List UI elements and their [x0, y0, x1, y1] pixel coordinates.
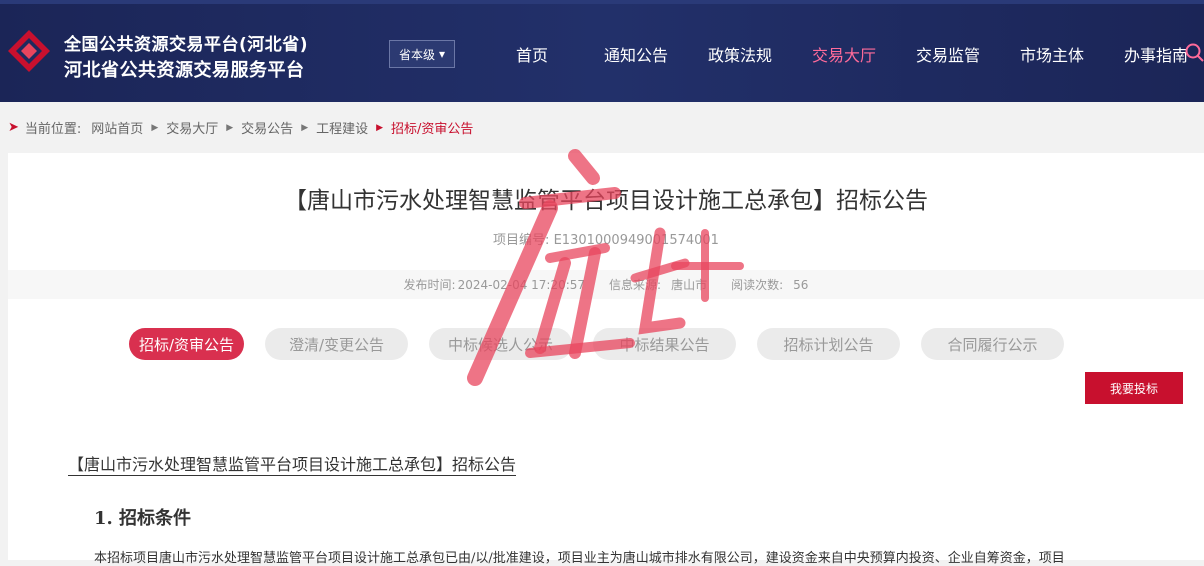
breadcrumb-current[interactable]: 招标/资审公告	[391, 118, 473, 137]
nav-notices[interactable]: 通知公告	[584, 42, 688, 66]
site-header: 全国公共资源交易平台(河北省) 河北省公共资源交易服务平台 省本级 ▾ 首页 通…	[0, 0, 1204, 102]
project-number-value: E1301000949001574001	[553, 233, 719, 248]
search-icon[interactable]	[1184, 42, 1204, 64]
bid-button[interactable]: 我要投标	[1085, 372, 1183, 404]
article-meta: 发布时间: 2024-02-04 17:20:57 信息来源: 唐山市 阅读次数: 5…	[8, 270, 1204, 299]
tab-contract-performance[interactable]: 合同履行公示	[921, 328, 1064, 360]
header-topline	[0, 0, 1204, 4]
breadcrumb-separator-icon: ▶	[226, 122, 234, 133]
document-title: 【唐山市污水处理智慧监管平台项目设计施工总承包】招标公告	[68, 455, 517, 476]
view-count-value: 56	[793, 278, 809, 292]
info-source-value: 唐山市	[671, 278, 708, 292]
announcement-tabs: 招标/资审公告 澄清/变更公告 中标候选人公示 中标结果公告 招标计划公告 合同…	[129, 328, 1064, 360]
tab-candidate-publicity[interactable]: 中标候选人公示	[429, 328, 572, 360]
platform-logo[interactable]	[6, 28, 52, 74]
breadcrumb-separator-icon: ▶	[151, 122, 159, 133]
project-number: 项目编号: E1301000949001574001	[8, 229, 1204, 248]
brand-title-provincial: 河北省公共资源交易服务平台	[64, 60, 305, 81]
nav-home[interactable]: 首页	[480, 42, 584, 66]
nav-supervision[interactable]: 交易监管	[896, 42, 1000, 66]
location-arrow-icon: ➤	[8, 120, 19, 135]
publish-time-value: 2024-02-04 17:20:57	[457, 278, 586, 292]
breadcrumb-engineering[interactable]: 工程建设	[316, 118, 368, 137]
project-number-label: 项目编号:	[493, 233, 550, 248]
tab-tender-notice[interactable]: 招标/资审公告	[129, 328, 244, 360]
article-card: 【唐山市污水处理智慧监管平台项目设计施工总承包】招标公告 项目编号: E1301…	[8, 153, 1204, 566]
nav-policies[interactable]: 政策法规	[688, 42, 792, 66]
nav-trading-hall[interactable]: 交易大厅	[792, 42, 896, 66]
breadcrumb-trading-hall[interactable]: 交易大厅	[166, 118, 218, 137]
publish-time-label: 发布时间:	[403, 278, 456, 292]
view-count-label: 阅读次数:	[731, 278, 784, 292]
breadcrumb-home[interactable]: 网站首页	[91, 118, 143, 137]
view-count: 阅读次数: 56	[731, 276, 808, 293]
article-title: 【唐山市污水处理智慧监管平台项目设计施工总承包】招标公告	[284, 188, 928, 214]
level-select[interactable]: 省本级 ▾	[389, 40, 455, 68]
level-select-value: 省本级	[398, 47, 435, 62]
info-source-label: 信息来源:	[609, 278, 662, 292]
caret-down-icon: ▾	[438, 47, 446, 61]
nav-market-entities[interactable]: 市场主体	[1000, 42, 1104, 66]
brand-title-national: 全国公共资源交易平台(河北省)	[64, 35, 309, 55]
section-heading: 1. 招标条件	[94, 508, 192, 529]
publish-time: 发布时间: 2024-02-04 17:20:57	[404, 276, 586, 293]
main-nav: 首页 通知公告 政策法规 交易大厅 交易监管 市场主体 办事指南	[480, 42, 1204, 66]
tab-award-result[interactable]: 中标结果公告	[593, 328, 736, 360]
breadcrumb-separator-icon: ▶	[301, 122, 309, 133]
breadcrumb-prefix: 当前位置:	[24, 122, 82, 137]
breadcrumb-separator-icon: ▶	[376, 122, 384, 133]
breadcrumb-announcements[interactable]: 交易公告	[241, 118, 293, 137]
breadcrumb: ➤ 当前位置: 网站首页 ▶ 交易大厅 ▶ 交易公告 ▶ 工程建设 ▶ 招标/资…	[8, 118, 473, 137]
tab-tender-plan[interactable]: 招标计划公告	[757, 328, 900, 360]
body-paragraph: 本招标项目唐山市污水处理智慧监管平台项目设计施工总承包已由/以/批准建设，项目业…	[94, 551, 1065, 566]
info-source: 信息来源: 唐山市	[609, 276, 707, 293]
tab-clarification[interactable]: 澄清/变更公告	[265, 328, 408, 360]
